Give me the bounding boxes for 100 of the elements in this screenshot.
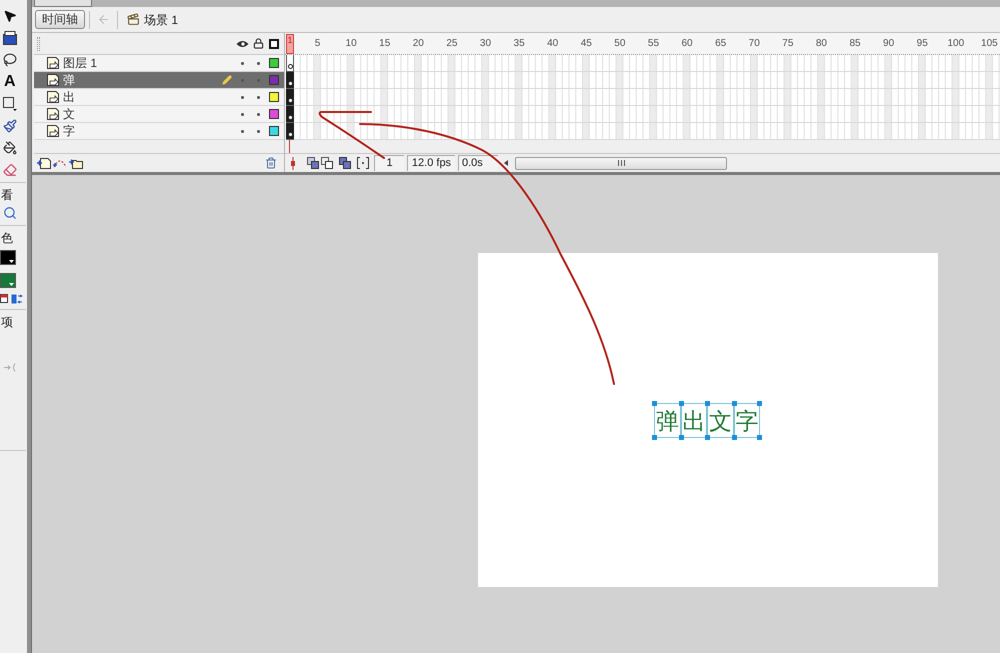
layer-name: 字 — [63, 124, 75, 138]
selection-handle[interactable] — [757, 401, 762, 406]
layer-color-swatch[interactable] — [269, 75, 279, 85]
rectangle-icon[interactable] — [3, 97, 17, 111]
dropdown-triangle-icon — [9, 283, 14, 286]
keyframe-icon[interactable] — [286, 106, 294, 123]
eye-icon[interactable] — [236, 40, 248, 48]
section-label: 项 — [0, 315, 13, 329]
onion-outline-icon[interactable] — [321, 157, 333, 169]
eraser-icon[interactable] — [3, 163, 17, 177]
timeline-button[interactable]: 时间轴 — [35, 10, 85, 29]
layer-name: 文 — [63, 107, 75, 121]
dropdown-triangle-icon — [9, 260, 14, 263]
color-swatch[interactable] — [0, 273, 16, 288]
frame-number: 80 — [816, 38, 827, 50]
grip-icon — [618, 160, 624, 166]
selection-handle[interactable] — [757, 435, 762, 440]
keyframe-icon[interactable] — [286, 89, 294, 106]
edit-multiple-frames-icon[interactable] — [339, 157, 351, 169]
layer-icon — [47, 108, 59, 120]
layer-row[interactable]: 出 — [34, 89, 284, 106]
layer-color-swatch[interactable] — [269, 92, 279, 102]
stage-text: 出 — [682, 408, 706, 434]
text-box[interactable]: 字 — [734, 403, 760, 438]
frame-number: 45 — [580, 38, 592, 50]
layer-color-swatch[interactable] — [269, 58, 279, 68]
outline-icon[interactable] — [269, 38, 279, 48]
layer-row[interactable]: 字 — [34, 123, 284, 140]
add-folder-icon[interactable] — [69, 158, 83, 168]
frame-number: 95 — [916, 38, 928, 50]
layer-color-swatch[interactable] — [269, 109, 279, 119]
layer-color-swatch[interactable] — [269, 126, 279, 136]
layer-name: 弹 — [63, 73, 75, 87]
gradient-square-icon[interactable] — [3, 31, 17, 45]
document-tab[interactable] — [34, 0, 92, 7]
color-swatch[interactable] — [0, 250, 16, 265]
scroll-left-icon[interactable] — [504, 160, 508, 166]
scene-name[interactable]: 场景 1 — [144, 12, 178, 26]
frame-number: 85 — [849, 38, 861, 50]
stage-text: 字 — [735, 408, 758, 434]
frame-number: 20 — [412, 38, 424, 50]
brush-icon[interactable] — [3, 119, 17, 133]
frame-rate-field[interactable]: 12.0 fps — [407, 155, 455, 171]
onion-skin-icon[interactable] — [307, 157, 319, 169]
selection-handle[interactable] — [732, 401, 736, 406]
layer-icon — [47, 125, 59, 137]
trash-icon[interactable] — [265, 157, 277, 169]
text-tool[interactable]: A — [3, 75, 16, 89]
keyframe-icon[interactable] — [286, 72, 294, 89]
selection-handle[interactable] — [678, 435, 684, 440]
frame-number: 15 — [379, 38, 390, 50]
frame-number: 25 — [446, 38, 458, 50]
layer-row[interactable]: 文 — [34, 106, 284, 123]
layer-icon — [47, 57, 59, 69]
playhead-line — [289, 140, 290, 153]
selection-handle[interactable] — [705, 435, 710, 440]
keyframe-icon[interactable] — [286, 123, 294, 140]
scrollbar-thumb[interactable] — [515, 156, 727, 170]
paint-bucket-icon[interactable] — [3, 141, 17, 155]
frame-number: 50 — [614, 38, 626, 50]
layer-icon — [47, 91, 59, 103]
stage-text: 文 — [708, 408, 732, 434]
pointer-icon[interactable] — [3, 9, 17, 23]
selection-handle[interactable] — [705, 401, 710, 406]
selection-handle[interactable] — [652, 435, 657, 440]
pencil-icon — [222, 75, 232, 85]
add-layer-icon[interactable] — [37, 158, 51, 168]
layer-row[interactable]: 弹 — [34, 72, 284, 89]
center-frame-icon[interactable] — [289, 156, 297, 170]
swap-colors-icon[interactable] — [11, 294, 23, 304]
frame-number: 75 — [782, 38, 794, 50]
frame-number: 30 — [480, 38, 492, 50]
frame-number: 100 — [947, 38, 964, 50]
layer-name: 出 — [63, 90, 75, 104]
elapsed-time-field[interactable]: 0.0s — [458, 155, 498, 171]
frame-number: 70 — [748, 38, 760, 50]
frame-number: 35 — [514, 38, 525, 50]
section-label: 看 — [0, 188, 13, 202]
lock-icon[interactable] — [252, 38, 264, 49]
stage-text: 弹 — [656, 408, 679, 434]
default-colors-icon[interactable] — [0, 294, 8, 303]
add-guide-icon[interactable] — [53, 158, 67, 168]
frame-number: 105 — [981, 38, 998, 50]
layer-icon — [47, 74, 59, 86]
frame-number: 90 — [883, 38, 894, 50]
grip-handle-icon[interactable] — [37, 36, 40, 50]
current-frame-field[interactable]: 1 — [374, 155, 404, 171]
selection-handle[interactable] — [732, 435, 736, 440]
clapperboard-icon[interactable] — [127, 13, 140, 26]
selection-handle[interactable] — [652, 401, 657, 406]
magnifier-icon[interactable] — [3, 206, 17, 220]
lasso-icon[interactable] — [3, 53, 17, 67]
section-label: 色 — [0, 231, 13, 245]
frame-number: 10 — [346, 38, 357, 50]
frame-number: 65 — [715, 38, 726, 50]
frame-number: 40 — [547, 38, 558, 50]
frame-number: 5 — [314, 38, 320, 50]
selection-handle[interactable] — [678, 401, 684, 406]
onion-markers-icon[interactable] — [357, 157, 369, 169]
layer-row[interactable]: 图层 1 — [34, 55, 284, 72]
